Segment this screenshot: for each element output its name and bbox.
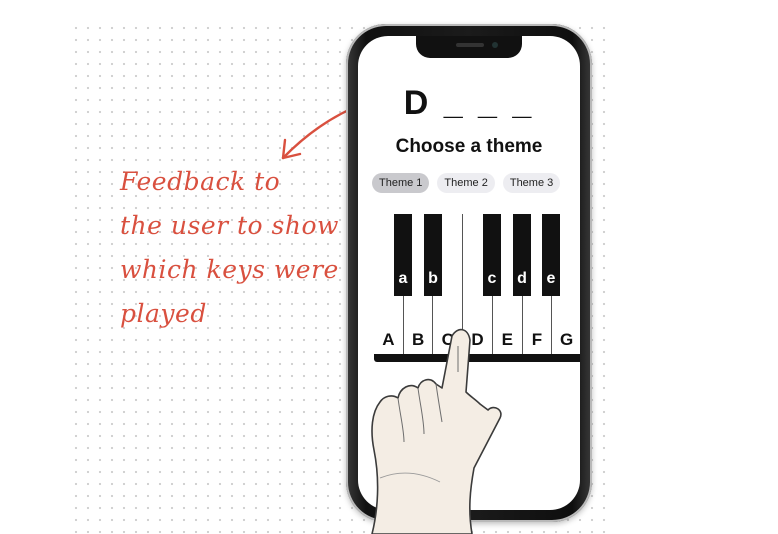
pointing-hand-icon [371, 328, 502, 534]
